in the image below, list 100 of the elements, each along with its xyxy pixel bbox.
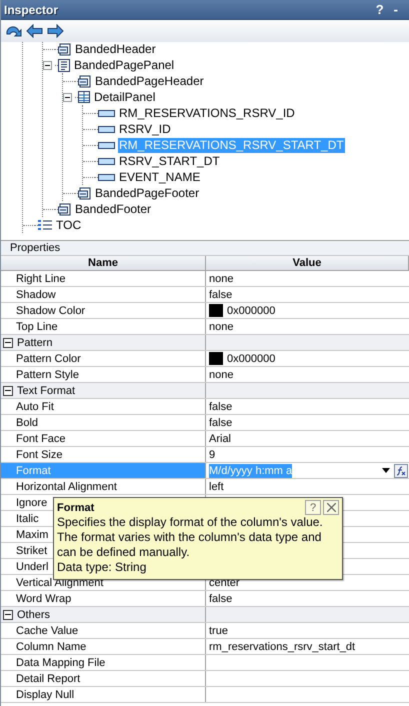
collapse-icon[interactable]	[3, 338, 13, 348]
tree-item[interactable]: EVENT_NAME	[118, 170, 202, 184]
refresh-icon[interactable]	[5, 24, 22, 38]
tree-item[interactable]: BandedFooter	[74, 202, 152, 216]
collapse-icon[interactable]	[63, 92, 72, 102]
property-name: Ignore	[16, 496, 48, 508]
property-row[interactable]: Display Null	[1, 687, 409, 703]
field-icon	[98, 126, 115, 132]
property-row[interactable]: Column Name rm_reservations_rsrv_start_dt	[1, 639, 409, 655]
tree-item[interactable]: BandedPagePanel	[73, 58, 176, 72]
property-value: left	[209, 480, 224, 492]
minimize-button[interactable]: -	[388, 2, 403, 17]
property-row[interactable]: Word Wrap false	[1, 591, 409, 607]
tree-item[interactable]: BandedPageHeader	[94, 74, 205, 88]
property-value: false	[209, 400, 232, 412]
property-name: Data Mapping File	[16, 656, 106, 668]
property-name: Pattern Style	[16, 368, 79, 380]
property-row[interactable]: Pattern Style none	[1, 367, 409, 383]
back-arrow-icon[interactable]	[26, 24, 43, 38]
property-value: Arial	[209, 432, 232, 444]
color-swatch[interactable]	[209, 352, 223, 365]
property-row[interactable]: Font Size 9	[1, 447, 409, 463]
tooltip-title: Format	[57, 502, 96, 514]
list-icon	[38, 220, 52, 230]
column-heading[interactable]: Name	[1, 256, 206, 270]
property-name: Shadow	[16, 288, 56, 300]
function-button[interactable]	[394, 464, 408, 478]
property-name: Bold	[16, 416, 38, 428]
property-value: 0x000000	[227, 304, 276, 316]
close-button[interactable]	[323, 500, 339, 515]
property-row[interactable]: Right Line none	[1, 271, 409, 287]
property-row[interactable]: Pattern Color 0x000000	[1, 351, 409, 367]
group-label: Others	[17, 608, 50, 620]
properties-title: Properties	[10, 242, 60, 254]
help-button[interactable]: ?	[370, 2, 389, 17]
column-heading[interactable]: Value	[206, 256, 409, 270]
grid-icon	[78, 91, 90, 103]
property-name: Detail Report	[16, 672, 80, 684]
property-name: Right Line	[16, 272, 66, 284]
color-swatch[interactable]	[209, 304, 223, 317]
property-name: Italic	[16, 512, 39, 524]
tree-item[interactable]: BandedPageFooter	[94, 186, 200, 200]
field-icon	[98, 174, 115, 180]
band-icon	[58, 42, 71, 56]
tree-item[interactable]: RSRV_START_DT	[118, 154, 221, 168]
property-row[interactable]: Detail Report	[1, 671, 409, 687]
property-value: none	[209, 368, 234, 380]
collapse-icon[interactable]	[3, 610, 13, 620]
property-row[interactable]: Auto Fit false	[1, 399, 409, 415]
group-label: Text Format	[17, 384, 76, 396]
forward-arrow-icon[interactable]	[47, 24, 64, 38]
property-row[interactable]: Horizontal Alignment left	[1, 479, 409, 495]
property-row[interactable]: Cache Value true	[1, 623, 409, 639]
field-icon	[98, 142, 115, 148]
property-value: true	[209, 624, 228, 636]
property-value: center	[209, 576, 240, 588]
property-name: Striket	[16, 544, 48, 556]
property-value: 0x000000	[227, 352, 276, 364]
property-row[interactable]: Font Face Arial	[1, 431, 409, 447]
page-icon	[58, 58, 70, 72]
property-row[interactable]: Shadow false	[1, 287, 409, 303]
property-value: 9	[209, 448, 216, 460]
function-icon	[396, 466, 406, 476]
property-name: Column Name	[16, 640, 86, 652]
property-name: Font Size	[16, 448, 62, 460]
tree-item[interactable]: TOC	[55, 218, 82, 232]
property-name: Font Face	[16, 432, 66, 444]
close-icon	[326, 503, 336, 512]
property-row[interactable]: Top Line none	[1, 319, 409, 335]
band-icon	[58, 202, 71, 216]
property-value: false	[209, 288, 232, 300]
property-name: Horizontal Alignment	[16, 480, 117, 492]
tooltip-description: Specifies the display format of the column's value. The format varies with the column's data type and can be defined manually.	[57, 515, 324, 560]
property-row[interactable]: Data Mapping File	[1, 655, 409, 671]
property-name: Display Null	[16, 688, 74, 700]
property-name: Format	[16, 464, 51, 476]
data-type-text: Data type: String	[57, 560, 148, 575]
tree-item[interactable]: BandedHeader	[74, 42, 157, 56]
group-label: Pattern	[17, 336, 52, 348]
help-button[interactable]: ?	[305, 500, 321, 515]
property-name: Top Line	[16, 320, 58, 332]
property-name: Auto Fit	[16, 400, 54, 412]
property-value: rm_reservations_rsrv_start_dt	[209, 640, 356, 652]
property-value: false	[209, 416, 232, 428]
band-icon	[78, 74, 91, 88]
property-name: Cache Value	[16, 624, 78, 636]
collapse-icon[interactable]	[3, 386, 13, 396]
tree-item[interactable]: DetailPanel	[93, 90, 156, 104]
property-value: none	[209, 320, 234, 332]
tree-item[interactable]: RSRV_ID	[118, 122, 172, 136]
tree-item[interactable]: RM_RESERVATIONS_RSRV_ID	[118, 106, 296, 120]
property-name: Shadow Color	[16, 304, 86, 316]
band-icon	[78, 186, 91, 200]
property-row[interactable]: Bold false	[1, 415, 409, 431]
field-icon	[98, 110, 115, 116]
collapse-icon[interactable]	[43, 60, 52, 70]
property-name: Maxim	[16, 528, 48, 540]
window-title: Inspector	[4, 2, 60, 16]
property-name: Word Wrap	[16, 592, 72, 604]
property-row[interactable]: Shadow Color 0x000000	[1, 303, 409, 319]
